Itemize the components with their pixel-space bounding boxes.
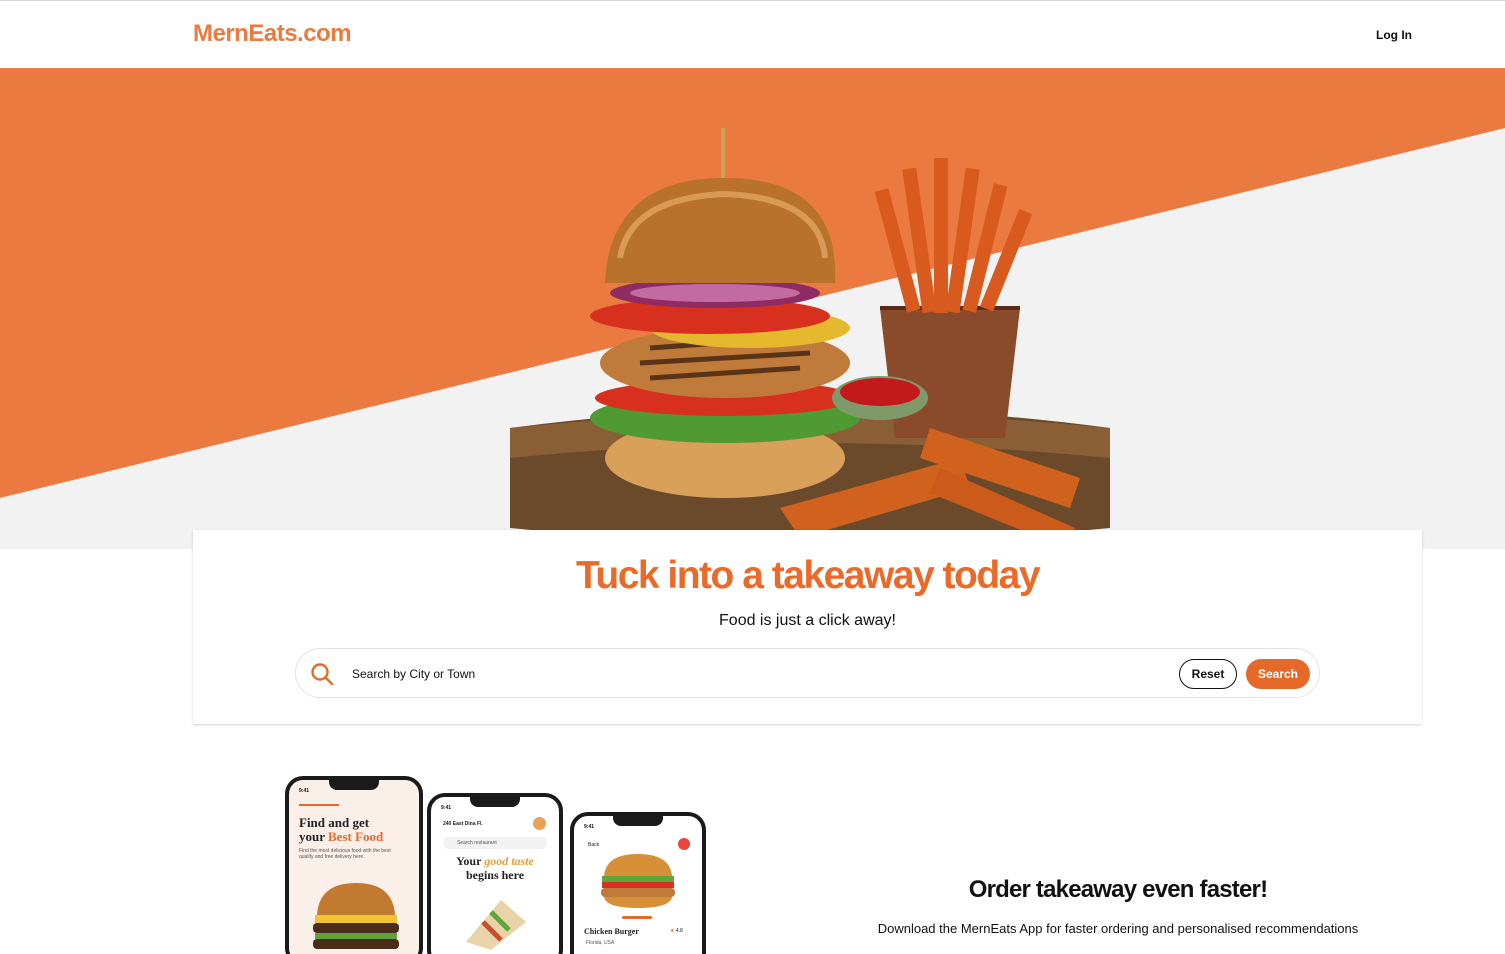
phone3-back: Back	[588, 842, 600, 848]
hero-subtitle: Food is just a click away!	[719, 612, 896, 629]
phone2-headline-2: begins here	[465, 868, 525, 882]
app-phones-image: 9:41 Find and get your Best Food Find th…	[285, 776, 710, 954]
login-button[interactable]: Log In	[1376, 28, 1412, 42]
phone-time: 9:41	[441, 805, 452, 811]
burger-icon	[313, 883, 399, 949]
reset-button[interactable]: Reset	[1179, 659, 1237, 689]
phone2-location: 240 East Dina Fl.	[443, 821, 483, 827]
search-input[interactable]	[352, 663, 1152, 685]
site-header: MernEats.com Log In	[0, 0, 1505, 68]
phone1-caption: Find the most delicious food with the be…	[299, 848, 391, 860]
search-card: Tuck into a takeaway today Food is just …	[193, 530, 1422, 724]
phone1-headline-1: Find and get	[299, 815, 370, 830]
phone-mockup-3: 9:41 Back Chicken Burger Florida, USA ★ …	[570, 812, 706, 954]
wrap-icon	[466, 900, 526, 950]
carousel-dots	[622, 916, 652, 919]
phone-time: 9:41	[584, 824, 595, 830]
chicken-burger-icon	[601, 854, 675, 908]
phone2-headline-1: Your good taste	[456, 854, 534, 868]
phone1-headline-2: your Best Food	[299, 829, 384, 844]
phone-mockup-2: 9:41 240 East Dina Fl. Search restaurant…	[427, 793, 563, 954]
phone3-item: Chicken Burger	[584, 927, 639, 936]
phone-time: 9:41	[299, 788, 310, 794]
avatar	[533, 817, 546, 830]
search-button[interactable]: Search	[1246, 659, 1310, 689]
search-icon	[311, 663, 334, 686]
site-logo[interactable]: MernEats.com	[193, 20, 352, 48]
phone-mockup-1: 9:41 Find and get your Best Food Find th…	[285, 776, 423, 954]
promo-text: Download the MernEats App for faster ord…	[877, 921, 1359, 936]
search-bar: Reset Search	[295, 648, 1320, 698]
hero-banner	[0, 68, 1505, 549]
bookmark-icon	[678, 838, 690, 850]
phone3-rating: ★ 4.8	[670, 928, 683, 934]
hero-title: Tuck into a takeaway today	[575, 554, 1041, 597]
promo-title: Order takeaway even faster!	[968, 876, 1268, 903]
phone3-place: Florida, USA	[586, 940, 615, 946]
burger-and-fries-image	[510, 128, 1110, 548]
phone2-search: Search restaurant	[443, 837, 547, 849]
